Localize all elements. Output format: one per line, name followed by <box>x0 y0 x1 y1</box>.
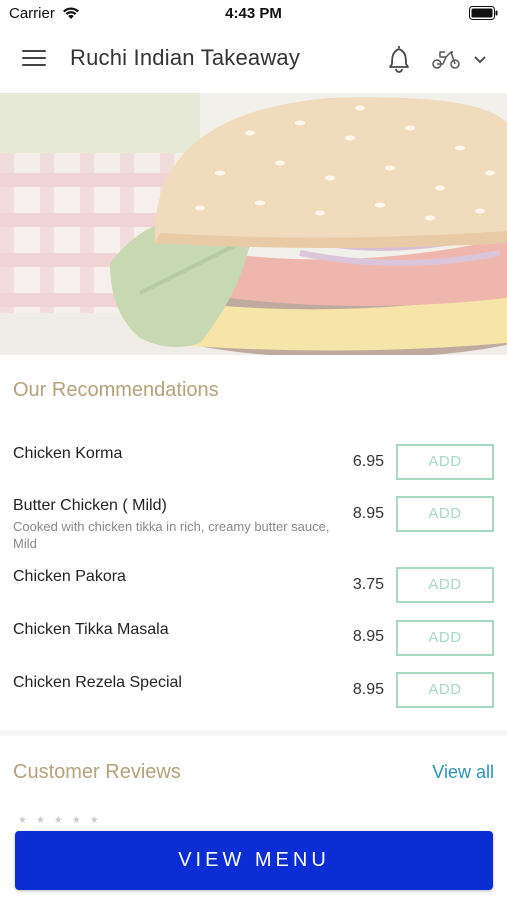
battery-icon <box>469 6 498 20</box>
recommendations-section: Our Recommendations Chicken Korma 6.95 A… <box>0 355 507 730</box>
menu-item-name: Chicken Pakora <box>13 568 126 585</box>
menu-item-price: 8.95 <box>352 628 384 645</box>
scooter-icon[interactable] <box>431 48 461 70</box>
add-button[interactable]: ADD <box>396 567 494 603</box>
view-all-link[interactable]: View all <box>432 762 494 783</box>
menu-item-description: Cooked with chicken tikka in rich, cream… <box>13 519 330 551</box>
chevron-down-icon[interactable] <box>473 55 487 65</box>
add-button[interactable]: ADD <box>396 444 494 480</box>
status-time: 4:43 PM <box>225 5 282 22</box>
status-bar: Carrier 4:43 PM <box>0 0 507 26</box>
reviews-title: Customer Reviews <box>13 761 181 783</box>
menu-item-name: Chicken Tikka Masala <box>13 621 169 638</box>
bell-icon[interactable] <box>386 44 412 74</box>
view-menu-button[interactable]: VIEW MENU <box>15 831 493 890</box>
app-header: Ruchi Indian Takeaway <box>0 26 507 93</box>
hero-image <box>0 93 507 355</box>
menu-item-price: 8.95 <box>352 681 384 698</box>
add-button[interactable]: ADD <box>396 496 494 532</box>
add-button[interactable]: ADD <box>396 672 494 708</box>
hamburger-icon[interactable] <box>22 48 46 68</box>
menu-item-price: 8.95 <box>352 505 384 522</box>
burger-hero-image <box>0 93 507 355</box>
rating-stars-icon: ★★★★★ <box>18 815 108 826</box>
menu-item-name: Butter Chicken ( Mild) <box>13 497 167 514</box>
menu-item-price: 6.95 <box>352 453 384 470</box>
add-button[interactable]: ADD <box>396 620 494 656</box>
menu-item-price: 3.75 <box>352 576 384 593</box>
menu-item-name: Chicken Korma <box>13 445 123 462</box>
menu-item-name: Chicken Rezela Special <box>13 674 182 691</box>
app-title: Ruchi Indian Takeaway <box>70 45 301 70</box>
recommendations-title: Our Recommendations <box>13 379 219 401</box>
